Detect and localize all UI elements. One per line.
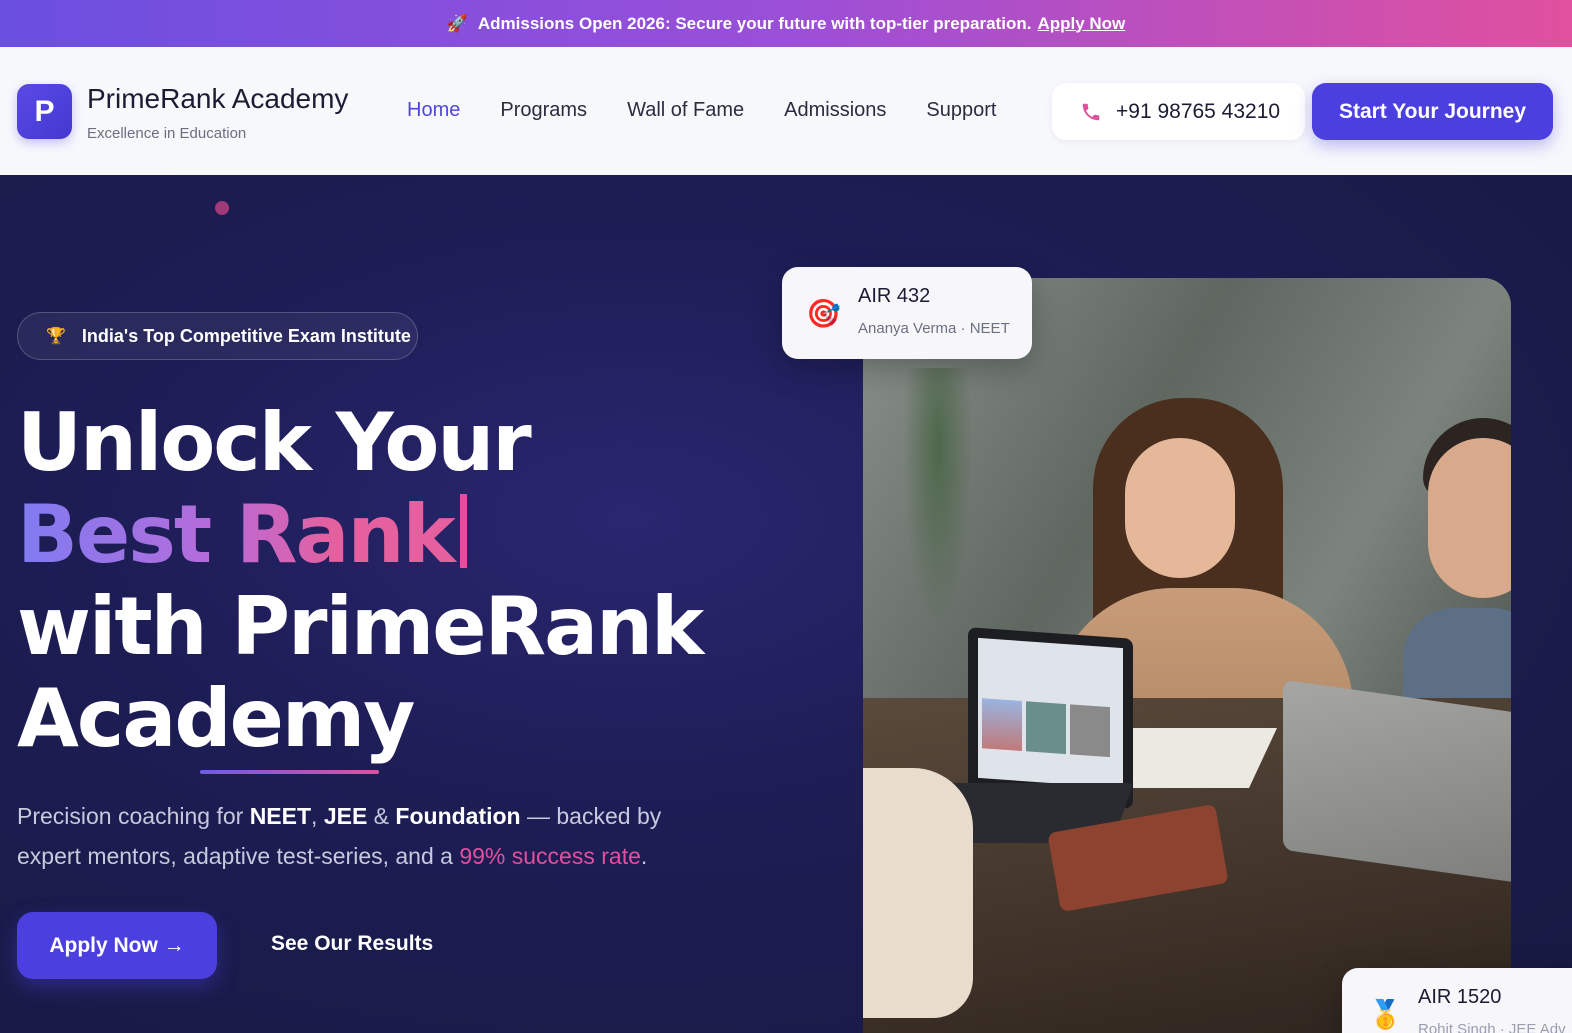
announcement-apply-link[interactable]: Apply Now xyxy=(1037,14,1125,34)
site-header: P PrimeRank Academy Excellence in Educat… xyxy=(0,47,1572,175)
typing-caret xyxy=(459,494,467,568)
headline-underline xyxy=(200,770,379,774)
headline-line-3: with PrimeRank xyxy=(17,580,704,673)
brand-tagline: Excellence in Education xyxy=(87,125,247,142)
topper-rank: AIR 1520 xyxy=(1418,986,1502,1008)
headline-line-2: Best Rank xyxy=(17,489,467,581)
headline-line-4: Academy xyxy=(17,672,415,765)
see-results-link[interactable]: See Our Results xyxy=(271,932,433,956)
headline-highlight: Best Rank xyxy=(17,488,454,581)
topper-rank: AIR 432 xyxy=(858,285,931,307)
topper-card-2: 🥇 AIR 1520 Rohit Singh · JEE Adv xyxy=(1342,968,1572,1033)
brand-name[interactable]: PrimeRank Academy xyxy=(87,83,348,115)
phone-icon xyxy=(1082,103,1100,120)
apply-now-button[interactable]: Apply Now → xyxy=(17,912,217,979)
topper-card-1: 🎯 AIR 432 Ananya Verma · NEET xyxy=(782,267,1032,359)
students-photo xyxy=(863,278,1511,1033)
phone-button[interactable]: +91 98765 43210 xyxy=(1052,83,1305,140)
announcement-bar: 🚀 Admissions Open 2026: Secure your futu… xyxy=(0,0,1572,47)
logo[interactable]: P xyxy=(17,84,72,139)
phone-number: +91 98765 43210 xyxy=(1116,99,1281,123)
hero-section: 🏆 India's Top Competitive Exam Institute… xyxy=(0,175,1572,1033)
main-nav: Home Programs Wall of Fame Admissions Su… xyxy=(407,99,996,122)
topper-name: Rohit Singh · JEE Adv xyxy=(1418,1021,1566,1033)
start-journey-button[interactable]: Start Your Journey xyxy=(1312,83,1553,140)
announcement-text: Admissions Open 2026: Secure your future… xyxy=(477,13,1032,33)
hero-description: Precision coaching for NEET, JEE & Found… xyxy=(17,803,662,869)
nav-programs[interactable]: Programs xyxy=(500,99,587,122)
headline-line-1: Unlock Your xyxy=(17,396,532,489)
nav-wall-of-fame[interactable]: Wall of Fame xyxy=(627,99,744,122)
medal-icon: 🥇 xyxy=(1368,999,1403,1030)
nav-support[interactable]: Support xyxy=(926,99,996,122)
target-icon: 🎯 xyxy=(806,298,841,329)
hero-badge: 🏆 India's Top Competitive Exam Institute xyxy=(17,312,418,360)
hero-badge-text: India's Top Competitive Exam Institute xyxy=(81,325,411,346)
nav-admissions[interactable]: Admissions xyxy=(784,99,886,122)
decorative-dot xyxy=(215,201,229,215)
trophy-icon: 🏆 xyxy=(46,328,66,345)
nav-home[interactable]: Home xyxy=(407,99,460,122)
success-rate-highlight: 99% success rate xyxy=(459,843,641,869)
rocket-icon: 🚀 xyxy=(446,13,468,33)
topper-name: Ananya Verma · NEET xyxy=(858,320,1010,337)
